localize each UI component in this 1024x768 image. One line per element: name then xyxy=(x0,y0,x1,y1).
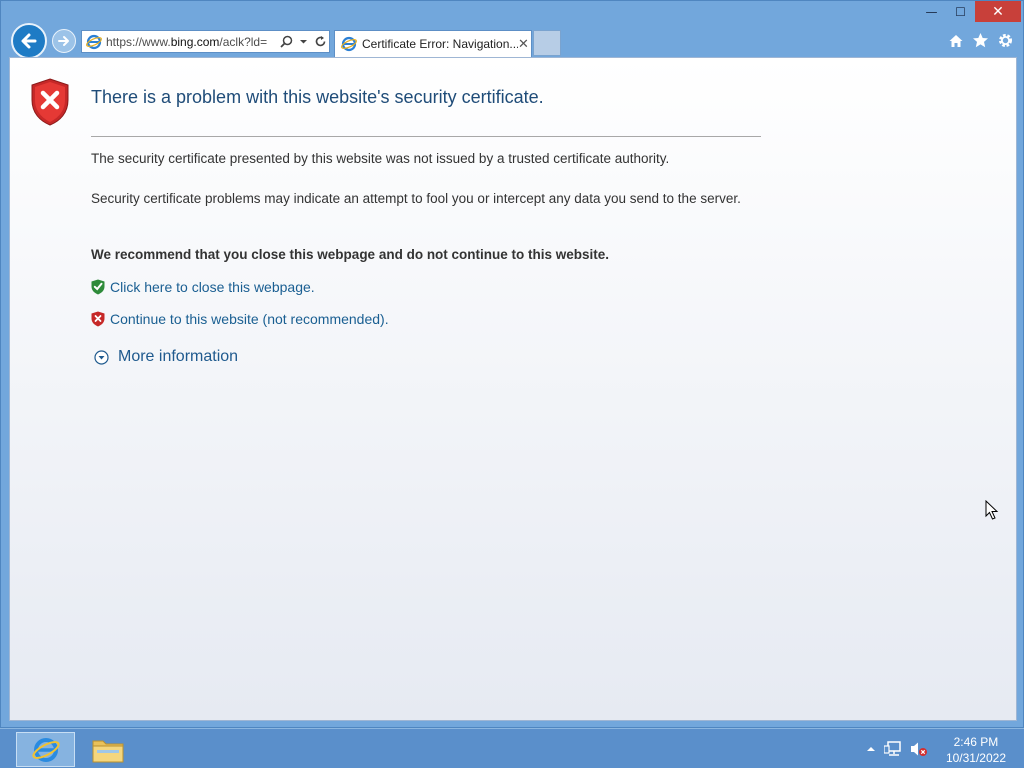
home-icon xyxy=(949,34,962,47)
mouse-cursor-icon xyxy=(985,499,999,524)
window-controls: — ☐ ✕ xyxy=(917,1,1021,22)
settings-button[interactable] xyxy=(996,31,1015,50)
arrow-left-icon xyxy=(21,33,37,49)
divider xyxy=(91,136,761,137)
shield-check-icon xyxy=(91,279,105,295)
expand-circle-icon xyxy=(94,349,109,365)
home-button[interactable] xyxy=(946,31,965,50)
forward-button[interactable] xyxy=(52,29,76,53)
clock-time: 2:46 PM xyxy=(953,735,999,749)
toolbar-icons xyxy=(946,31,1015,50)
maximize-button[interactable]: ☐ xyxy=(946,1,975,22)
clock-date: 10/31/2022 xyxy=(945,751,1006,765)
clock[interactable]: 2:46 PM 10/31/2022 xyxy=(946,734,1006,766)
url-text[interactable]: https://www.bing.com/aclk?ld= xyxy=(106,35,276,49)
speaker-muted-icon[interactable] xyxy=(910,741,928,757)
more-information-toggle[interactable]: More information xyxy=(94,348,238,366)
browser-window: — ☐ ✕ https://www.bing.com/aclk?ld= Cert… xyxy=(0,0,1024,728)
tab-certificate-error[interactable]: Certificate Error: Navigation... ✕ xyxy=(334,30,532,57)
ie-page-icon xyxy=(86,34,102,49)
error-description: The security certificate presented by th… xyxy=(91,151,670,166)
close-window-button[interactable]: ✕ xyxy=(975,1,1021,22)
chevron-up-icon[interactable] xyxy=(866,744,876,754)
favorites-button[interactable] xyxy=(971,31,990,50)
new-tab-button[interactable] xyxy=(533,30,561,56)
search-icon[interactable] xyxy=(280,35,293,48)
more-information-label[interactable]: More information xyxy=(118,348,238,366)
gear-icon xyxy=(999,34,1012,47)
shield-x-icon xyxy=(91,311,105,327)
warning-text: Security certificate problems may indica… xyxy=(91,191,741,206)
tab-close-icon[interactable]: ✕ xyxy=(518,37,529,52)
recommendation-text: We recommend that you close this webpage… xyxy=(91,247,610,262)
chevron-down-icon[interactable] xyxy=(299,37,308,46)
ie-page-icon xyxy=(341,36,357,52)
close-webpage-link-text[interactable]: Click here to close this webpage. xyxy=(110,279,315,295)
close-webpage-link[interactable]: Click here to close this webpage. xyxy=(91,279,315,295)
certificate-error-page: There is a problem with this website's s… xyxy=(9,57,1017,721)
tab-title: Certificate Error: Navigation... xyxy=(362,37,518,51)
page-title: There is a problem with this website's s… xyxy=(91,87,544,107)
network-icon[interactable] xyxy=(884,741,902,757)
minimize-button[interactable]: — xyxy=(917,1,946,22)
continue-website-link[interactable]: Continue to this website (not recommende… xyxy=(91,311,389,327)
internet-explorer-icon xyxy=(31,737,60,762)
arrow-right-icon xyxy=(58,36,69,46)
folder-icon xyxy=(92,740,124,762)
system-tray xyxy=(866,741,928,757)
taskbar: 2:46 PM 10/31/2022 xyxy=(0,728,1024,768)
shield-error-icon xyxy=(30,78,70,130)
title-bar: — ☐ ✕ https://www.bing.com/aclk?ld= Cert… xyxy=(1,1,1023,59)
taskbar-ie-button[interactable] xyxy=(16,732,75,767)
taskbar-explorer-button[interactable] xyxy=(83,732,133,767)
continue-website-link-text[interactable]: Continue to this website (not recommende… xyxy=(110,311,389,327)
address-bar[interactable]: https://www.bing.com/aclk?ld= xyxy=(81,30,330,53)
star-icon xyxy=(973,33,988,48)
back-button[interactable] xyxy=(11,23,47,59)
refresh-icon[interactable] xyxy=(314,35,327,48)
